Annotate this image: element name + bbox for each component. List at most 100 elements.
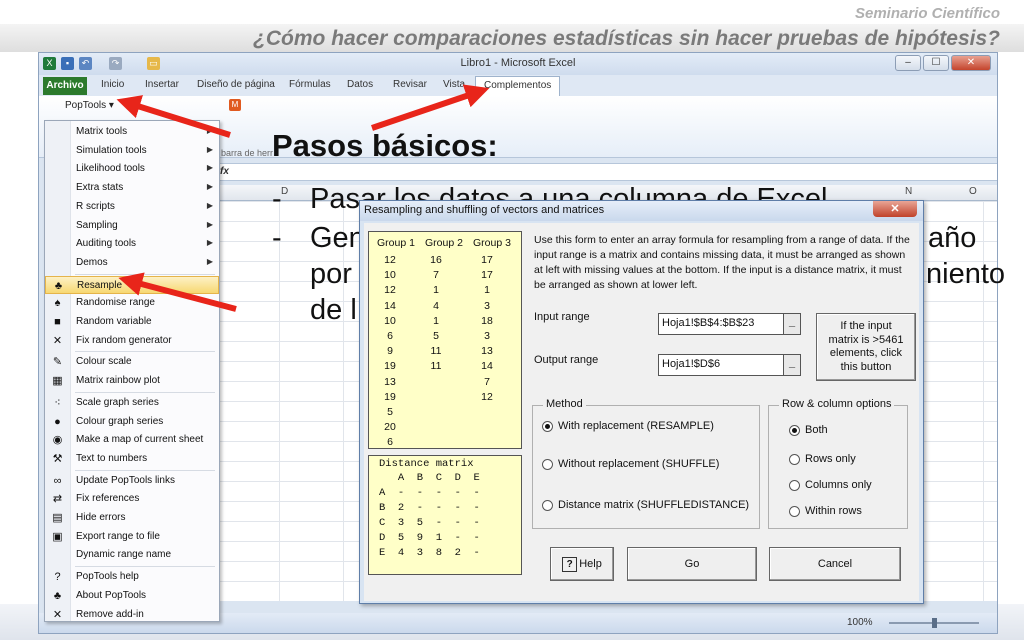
distance-row: E 4 3 8 2 - (379, 547, 480, 559)
go-button[interactable]: Go (627, 547, 757, 581)
menu-item[interactable]: ▦ Matrix rainbow plot (45, 372, 219, 391)
help-button[interactable]: ? Help (550, 547, 614, 581)
poptools-menu-button[interactable]: PopTools ▾ (65, 100, 114, 111)
menu-item-icon (51, 145, 64, 158)
group-column: 12 10 12 14 10 6 9 19 13 19 5 20 6 (375, 253, 405, 451)
formula-bar[interactable]: fx (215, 163, 997, 181)
column-header[interactable]: O (969, 186, 977, 197)
method-radio[interactable] (542, 459, 553, 470)
method-label[interactable]: Without replacement (SHUFFLE) (558, 458, 719, 470)
output-range-field[interactable]: Hoja1!$D$6 (658, 354, 800, 376)
menu-item[interactable]: ■ Random variable (45, 313, 219, 332)
rc-label[interactable]: Rows only (805, 453, 856, 465)
menu-item[interactable]: ♠ Randomise range (45, 294, 219, 313)
menu-item[interactable]: Sampling ▶ (45, 217, 219, 236)
menu-item[interactable]: ▣ Export range to file (45, 528, 219, 547)
tab-insertar[interactable]: Insertar (145, 79, 179, 90)
tab-diseno-pagina[interactable]: Diseño de página (197, 79, 275, 90)
minimize-button[interactable]: – (895, 55, 921, 71)
group-value: 5 (433, 330, 439, 343)
tab-datos[interactable]: Datos (347, 79, 373, 90)
menu-item[interactable]: Demos ▶ (45, 254, 219, 273)
menu-item-label: Simulation tools (76, 144, 147, 156)
macro-icon[interactable]: M (229, 99, 241, 111)
close-button[interactable]: ✕ (951, 55, 991, 71)
menu-item[interactable]: ● Colour graph series (45, 413, 219, 432)
method-radio[interactable] (542, 421, 553, 432)
input-range-picker-button[interactable]: _ (783, 313, 801, 335)
zoom-slider[interactable] (889, 618, 979, 628)
group-value: 19 (384, 390, 396, 403)
rc-radio[interactable] (789, 480, 800, 491)
menu-separator (75, 273, 215, 275)
menu-item[interactable]: ♣ Resample (45, 275, 219, 295)
menu-item[interactable]: ✎ Colour scale (45, 353, 219, 372)
rc-radio[interactable] (789, 506, 800, 517)
menu-item[interactable]: ? PopTools help (45, 568, 219, 587)
group-value: 6 (387, 330, 393, 343)
rc-label[interactable]: Columns only (805, 479, 872, 491)
menu-item[interactable]: Extra stats ▶ (45, 179, 219, 198)
tab-inicio[interactable]: Inicio (101, 79, 124, 90)
tab-formulas[interactable]: Fórmulas (289, 79, 331, 90)
column-header[interactable]: D (281, 186, 288, 197)
tab-complementos[interactable]: Complementos (475, 76, 561, 96)
tab-archivo[interactable]: Archivo (43, 77, 87, 95)
rc-label[interactable]: Both (805, 424, 828, 436)
bullet-dash: - (272, 222, 282, 254)
menu-item[interactable]: ◉ Make a map of current sheet (45, 431, 219, 450)
menu-item[interactable]: ♣ About PopTools (45, 587, 219, 606)
rc-radio[interactable] (789, 425, 800, 436)
method-radio[interactable] (542, 500, 553, 511)
dialog-close-button[interactable]: ✕ (873, 201, 917, 217)
group-value: 5 (387, 406, 393, 419)
menu-item[interactable]: Simulation tools ▶ (45, 142, 219, 161)
output-range-picker-button[interactable]: _ (783, 354, 801, 376)
menu-separator (75, 391, 215, 393)
menu-item[interactable]: R scripts ▶ (45, 198, 219, 217)
rc-radio[interactable] (789, 454, 800, 465)
menu-item[interactable]: ✕ Remove add-in (45, 606, 219, 625)
rc-label[interactable]: Within rows (805, 505, 862, 517)
menu-item[interactable]: ✕ Fix random generator (45, 332, 219, 351)
menu-item-label: Export range to file (76, 530, 160, 542)
method-label[interactable]: Distance matrix (SHUFFLEDISTANCE) (558, 499, 749, 511)
menu-item[interactable]: Dynamic range name (45, 546, 219, 565)
maximize-button[interactable]: ☐ (923, 55, 949, 71)
menu-item-icon (51, 163, 64, 176)
menu-item[interactable]: Matrix tools ▶ (45, 123, 219, 142)
menu-item-label: Resample (77, 279, 123, 291)
input-range-field[interactable]: Hoja1!$B$4:$B$23 (658, 313, 800, 335)
tab-vista[interactable]: Vista (443, 79, 465, 90)
group-value: 17 (481, 269, 493, 282)
menu-item[interactable]: ⚒ Text to numbers (45, 450, 219, 469)
menu-item[interactable]: Auditing tools ▶ (45, 235, 219, 254)
fx-icon[interactable]: fx (220, 166, 229, 177)
menu-item-icon (51, 549, 64, 562)
method-label[interactable]: With replacement (RESAMPLE) (558, 420, 714, 432)
menu-item[interactable]: ⁖ Scale graph series (45, 394, 219, 413)
menu-item-icon: ✕ (52, 334, 63, 347)
menu-item-label: Matrix tools (76, 126, 128, 137)
group-column: 16 7 1 4 1 5 11 11 (421, 253, 451, 375)
group-value: 10 (384, 269, 396, 282)
menu-item-icon: ● (54, 415, 61, 428)
menu-item-label: About PopTools (76, 589, 147, 601)
window-title: Libro1 - Microsoft Excel (460, 57, 576, 69)
menu-item[interactable]: ▤ Hide errors (45, 509, 219, 528)
column-header[interactable]: N (905, 186, 912, 197)
zoom-slider-thumb[interactable] (931, 618, 937, 628)
tab-revisar[interactable]: Revisar (393, 79, 427, 90)
bullet-text: Gen (310, 222, 365, 254)
help-question-icon: ? (562, 556, 578, 572)
menu-item[interactable]: ∞ Update PopTools links (45, 472, 219, 491)
menu-item-label: Text to numbers (76, 452, 148, 464)
menu-item[interactable]: ⇄ Fix references (45, 490, 219, 509)
menu-item-icon (51, 126, 64, 139)
menu-item[interactable]: Likelihood tools ▶ (45, 160, 219, 179)
cancel-button[interactable]: Cancel (769, 547, 901, 581)
group-value: 7 (433, 269, 439, 282)
zoom-label: 100% (847, 617, 873, 628)
large-matrix-button[interactable]: If the input matrix is >5461 elements, c… (816, 313, 916, 381)
large-matrix-button-line: this button (840, 360, 892, 373)
